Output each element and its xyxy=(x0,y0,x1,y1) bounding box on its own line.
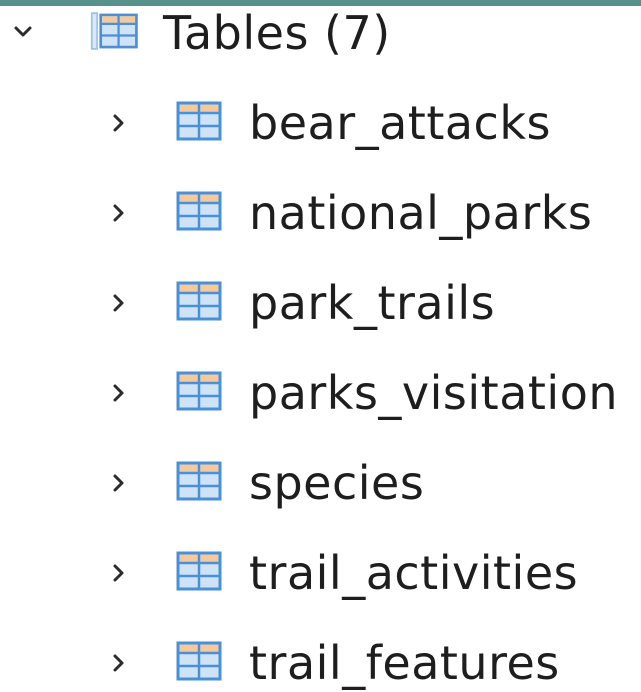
table-tree: Tables (7) bear_attacks national_parks p… xyxy=(0,0,641,692)
chevron-down-icon[interactable] xyxy=(12,21,34,43)
table-icon xyxy=(174,190,224,232)
table-icon xyxy=(174,370,224,412)
chevron-right-icon[interactable] xyxy=(108,112,130,134)
tree-item-label: trail_activities xyxy=(249,546,579,600)
tree-item-label: park_trails xyxy=(249,276,496,330)
tree-group-tables[interactable]: Tables (7) xyxy=(0,0,641,72)
chevron-right-icon[interactable] xyxy=(108,652,130,674)
table-icon xyxy=(174,550,224,592)
table-icon xyxy=(90,10,140,52)
tree-item-label: parks_visitation xyxy=(249,366,618,420)
database-navigator: Tables (7) bear_attacks national_parks p… xyxy=(0,0,641,692)
tree-item-trail-features[interactable]: trail_features xyxy=(0,624,641,692)
tree-item-park-trails[interactable]: park_trails xyxy=(0,264,641,342)
tree-item-label: national_parks xyxy=(249,186,593,240)
tree-item-label: bear_attacks xyxy=(249,96,551,150)
table-icon xyxy=(174,100,224,142)
table-icon xyxy=(174,640,224,682)
chevron-right-icon[interactable] xyxy=(108,202,130,224)
table-icon xyxy=(174,280,224,322)
tree-item-label: species xyxy=(249,456,425,510)
chevron-right-icon[interactable] xyxy=(108,292,130,314)
tree-item-species[interactable]: species xyxy=(0,444,641,522)
tree-item-national-parks[interactable]: national_parks xyxy=(0,174,641,252)
tree-item-label: trail_features xyxy=(249,636,560,690)
table-icon xyxy=(174,460,224,502)
chevron-right-icon[interactable] xyxy=(108,382,130,404)
tree-item-trail-activities[interactable]: trail_activities xyxy=(0,534,641,612)
tree-item-bear-attacks[interactable]: bear_attacks xyxy=(0,84,641,162)
tree-group-label: Tables (7) xyxy=(163,6,391,60)
chevron-right-icon[interactable] xyxy=(108,562,130,584)
tree-item-parks-visitation[interactable]: parks_visitation xyxy=(0,354,641,432)
chevron-right-icon[interactable] xyxy=(108,472,130,494)
